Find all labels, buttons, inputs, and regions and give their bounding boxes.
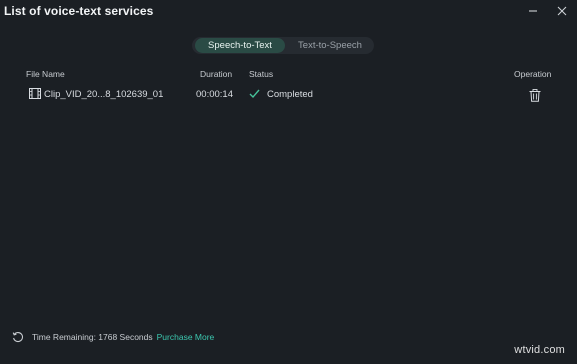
check-icon xyxy=(249,89,260,99)
table-header: File Name Duration Status Operation xyxy=(0,69,577,81)
watermark: wtvid.com xyxy=(514,344,565,356)
tab-speech-to-text[interactable]: Speech-to-Text xyxy=(195,38,285,53)
title-bar: List of voice-text services xyxy=(0,0,577,22)
row-file-name: Clip_VID_20...8_102639_01 xyxy=(44,89,164,100)
trash-icon xyxy=(529,88,541,102)
table-row[interactable]: Clip_VID_20...8_102639_01 00:00:14 Compl… xyxy=(0,86,577,104)
time-remaining-text: Time Remaining: 1768 Seconds xyxy=(32,332,153,342)
tab-text-to-speech[interactable]: Text-to-Speech xyxy=(288,38,372,53)
service-tabs: Speech-to-Text Text-to-Speech xyxy=(192,37,374,54)
close-button[interactable] xyxy=(554,3,570,19)
row-status: Completed xyxy=(267,89,313,100)
row-duration: 00:00:14 xyxy=(196,89,233,100)
footer: Time Remaining: 1768 Seconds Purchase Mo… xyxy=(12,330,214,344)
purchase-more-link[interactable]: Purchase More xyxy=(157,332,215,342)
header-operation: Operation xyxy=(514,69,552,79)
header-status: Status xyxy=(249,69,274,79)
voice-text-services-window: List of voice-text services Speech-to-Te… xyxy=(0,0,577,364)
header-duration: Duration xyxy=(200,69,233,79)
refresh-icon xyxy=(12,332,23,343)
close-icon xyxy=(557,6,567,16)
film-icon xyxy=(29,88,41,99)
window-title: List of voice-text services xyxy=(4,4,154,18)
header-file-name: File Name xyxy=(26,69,65,79)
minimize-button[interactable] xyxy=(525,3,541,19)
delete-button[interactable] xyxy=(527,87,543,103)
minimize-icon xyxy=(529,10,537,12)
